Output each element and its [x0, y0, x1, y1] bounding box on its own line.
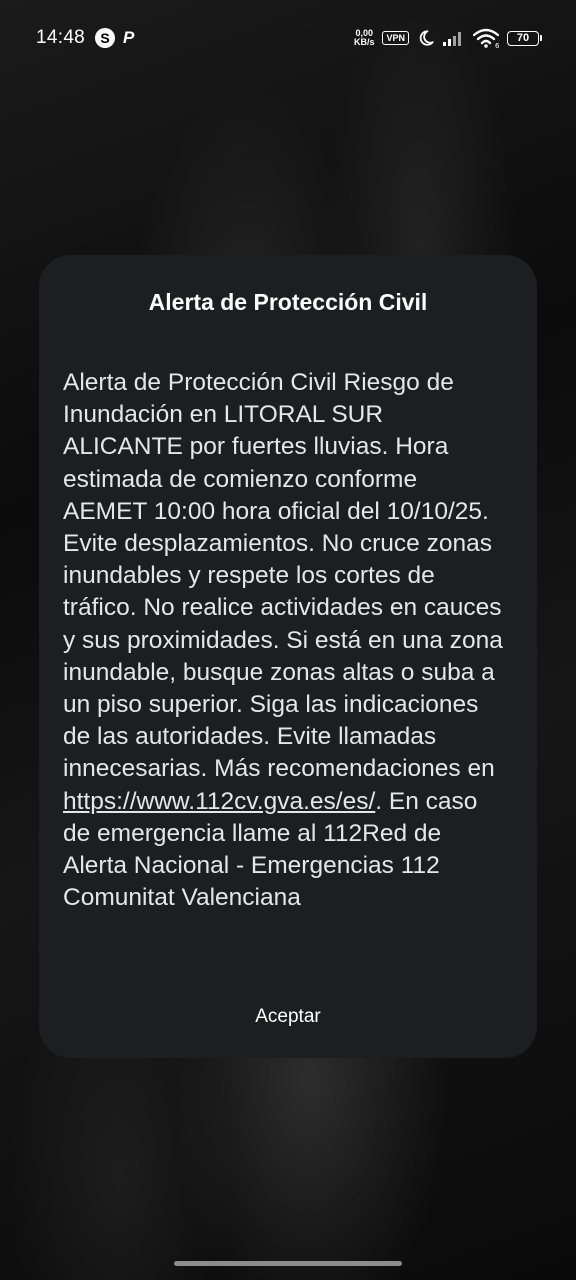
emergency-alert-dialog: Alerta de Protección Civil Alerta de Pro…: [39, 255, 537, 1058]
network-speed: 0,00 KB/s: [354, 29, 375, 47]
battery-cap: [540, 35, 542, 41]
home-indicator[interactable]: [174, 1261, 402, 1266]
network-speed-unit: KB/s: [353, 37, 375, 47]
vpn-icon: VPN: [382, 31, 409, 45]
message-text-part1: Alerta de Protección Civil Riesgo de Inu…: [63, 369, 503, 783]
dialog-title: Alerta de Protección Civil: [148, 289, 428, 315]
battery-level: 70: [507, 30, 539, 46]
dialog-message: Alerta de Protección Civil Riesgo de Inu…: [63, 367, 503, 914]
status-right: 0,00 KB/s VPN 6 70: [354, 28, 542, 48]
accept-button[interactable]: Aceptar: [39, 998, 537, 1036]
wifi-label: 6: [495, 42, 499, 48]
paypal-icon: P: [123, 28, 135, 47]
wifi-icon: 6: [473, 28, 499, 48]
info-link[interactable]: https://www.112cv.gva.es/es/: [63, 788, 375, 815]
status-bar: 14:48 S P 0,00 KB/s VPN 6 70: [0, 0, 576, 76]
clock: 14:48: [36, 27, 86, 48]
s-app-icon: S: [95, 28, 116, 48]
moon-icon: [417, 29, 435, 47]
battery-icon: 70: [507, 30, 542, 46]
cell-signal-icon: [443, 30, 465, 46]
status-left: 14:48 S P: [36, 27, 134, 49]
